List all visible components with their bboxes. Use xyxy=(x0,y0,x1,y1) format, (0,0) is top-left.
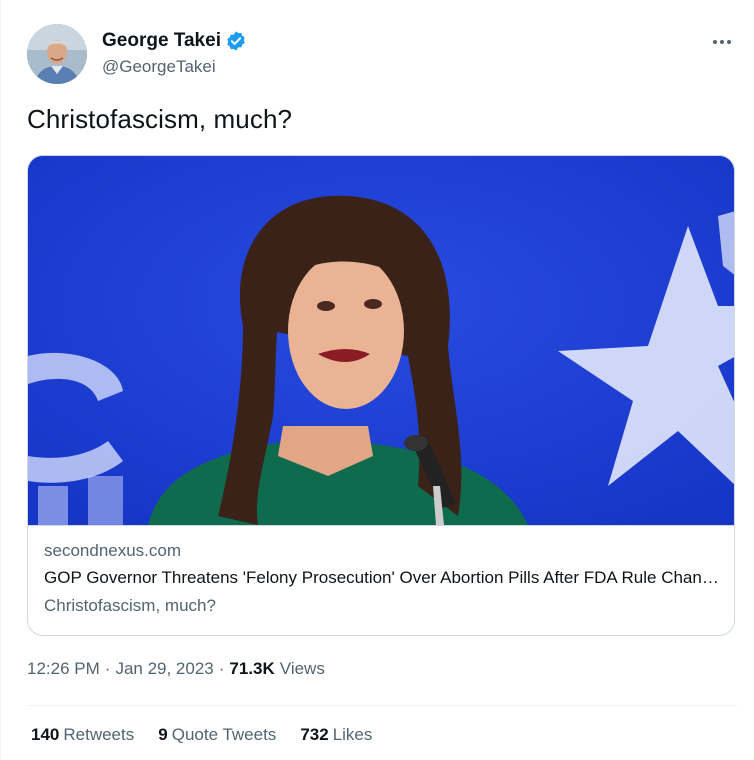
avatar-photo xyxy=(27,24,87,84)
link-card[interactable]: secondnexus.com GOP Governor Threatens '… xyxy=(27,155,735,636)
verified-badge-icon xyxy=(225,30,247,52)
likes-stat[interactable]: 732 Likes xyxy=(300,725,372,745)
more-options-icon[interactable] xyxy=(707,34,737,50)
name-row: George Takei xyxy=(102,30,247,52)
card-meta[interactable]: secondnexus.com GOP Governor Threatens '… xyxy=(28,525,734,635)
handle[interactable]: @GeorgeTakei xyxy=(102,57,216,77)
card-description: Christofascism, much? xyxy=(44,596,216,615)
tweet-header: George Takei @GeorgeTakei xyxy=(27,24,737,84)
likes-count: 732 xyxy=(300,725,329,744)
card-domain: secondnexus.com xyxy=(44,541,182,560)
retweets-stat[interactable]: 140 Retweets xyxy=(31,725,134,745)
card-photo xyxy=(28,156,734,525)
meta-separator: · xyxy=(218,659,225,678)
timeline-border xyxy=(0,0,1,760)
card-title: GOP Governor Threatens 'Felony Prosecuti… xyxy=(44,568,720,587)
tweet-time[interactable]: 12:26 PM xyxy=(27,659,100,679)
retweets-label: Retweets xyxy=(63,725,135,744)
tweet-date[interactable]: Jan 29, 2023 xyxy=(115,659,213,679)
retweets-count: 140 xyxy=(31,725,60,744)
quote-tweets-label: Quote Tweets xyxy=(171,725,277,744)
quote-tweets-stat[interactable]: 9 Quote Tweets xyxy=(158,725,276,745)
views-label: Views xyxy=(279,659,325,678)
card-image[interactable] xyxy=(28,156,734,525)
engagement-stats: 140 Retweets 9 Quote Tweets 732 Likes xyxy=(31,725,396,745)
tweet-meta: 12:26 PM · Jan 29, 2023 · 71.3K Views xyxy=(27,659,325,679)
display-name[interactable]: George Takei xyxy=(102,30,221,52)
likes-label: Likes xyxy=(332,725,373,744)
avatar[interactable] xyxy=(27,24,87,84)
meta-separator: · xyxy=(104,659,111,678)
tweet-text: Christofascism, much? xyxy=(27,104,293,134)
views-count: 71.3K xyxy=(229,659,275,678)
divider xyxy=(27,705,737,706)
quote-tweets-count: 9 xyxy=(158,725,168,744)
